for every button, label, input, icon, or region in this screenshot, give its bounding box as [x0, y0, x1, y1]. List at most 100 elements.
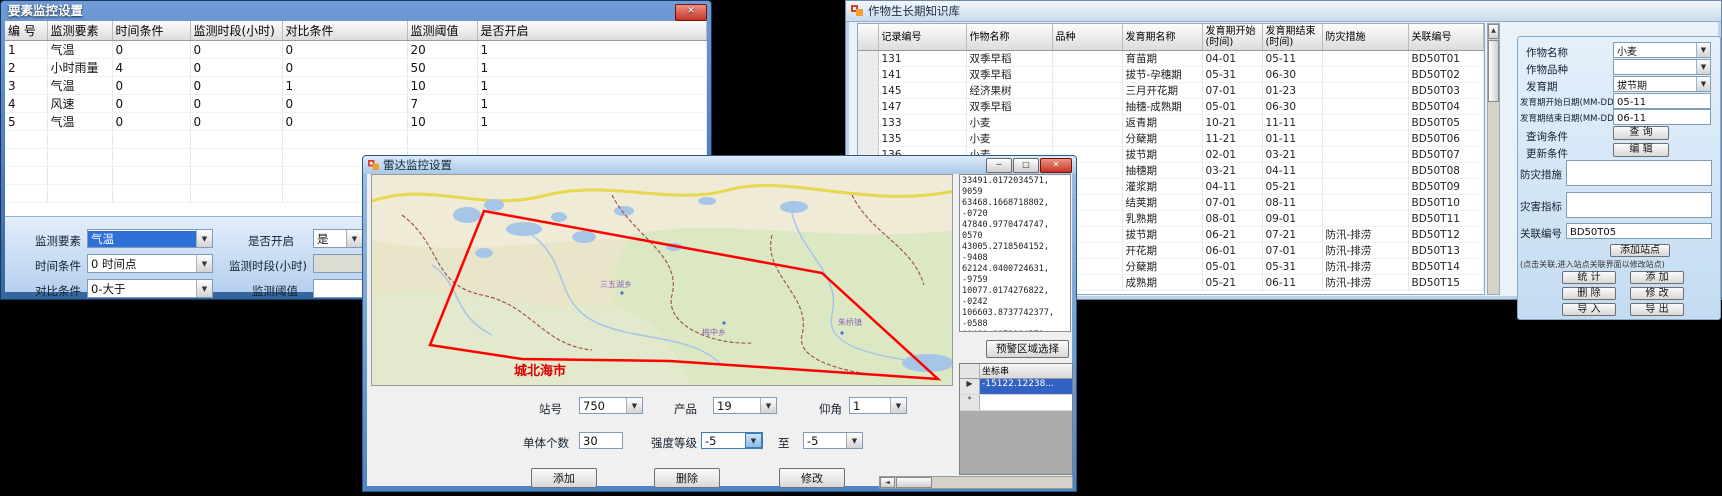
column-header[interactable]: 编 号 — [5, 21, 47, 41]
scrollbar-thumb[interactable] — [896, 477, 932, 488]
table-row[interactable]: 141双季早稻拔节-孕穗期05-3106-30BD50T02 — [858, 67, 1484, 83]
column-header[interactable]: 发育期开始 (时间) — [1202, 24, 1262, 51]
scrollbar-thumb[interactable] — [1488, 40, 1499, 102]
table-cell — [1322, 163, 1408, 179]
table-cell: 131 — [878, 51, 966, 67]
column-header[interactable]: 监测时段(小时) — [190, 21, 282, 41]
warning-area-map[interactable]: 城北海市 三五湖乡 梅中乡 朱桥镇 — [371, 174, 953, 386]
table-cell: BD50T12 — [1408, 227, 1484, 243]
crop-variety-combo[interactable]: ▼ — [1613, 59, 1711, 75]
column-header[interactable]: 发育期名称 — [1122, 24, 1202, 51]
scroll-up-icon[interactable]: ▲ — [1488, 24, 1499, 39]
column-header[interactable]: 记录编号 — [878, 24, 966, 51]
close-icon[interactable]: ✕ — [675, 4, 707, 21]
table-row[interactable]: 131双季早稻育苗期04-0105-11BD50T01 — [858, 51, 1484, 67]
table-row[interactable]: 4风速00071 — [5, 95, 707, 113]
table-cell: 1 — [477, 59, 707, 77]
chevron-down-icon[interactable]: ▼ — [626, 398, 642, 413]
table-cell: BD50T03 — [1408, 83, 1484, 99]
threshold-input[interactable] — [313, 279, 363, 298]
indicator-textarea[interactable] — [1566, 192, 1712, 218]
grid-hscrollbar[interactable]: ◄ — [879, 476, 1073, 489]
relation-code-input[interactable]: BD50T05 — [1566, 223, 1712, 239]
table-row[interactable]: 2小时雨量400501 — [5, 59, 707, 77]
chevron-down-icon[interactable]: ▼ — [196, 255, 212, 272]
compare-condition-combo[interactable]: 0-大于 ▼ — [87, 279, 213, 298]
column-header[interactable] — [858, 24, 878, 51]
table-cell: 0 — [112, 113, 190, 131]
table-cell: 拔节期 — [1122, 227, 1202, 243]
table-row[interactable]: 3气温001101 — [5, 77, 707, 95]
elevation-combo[interactable]: 1 ▼ — [849, 397, 907, 414]
grid-column-header[interactable]: 坐标串 — [980, 364, 1072, 378]
edit-button[interactable]: 编 辑 — [1613, 143, 1669, 157]
crop-name-combo[interactable]: 小麦 ▼ — [1613, 42, 1711, 58]
table-row[interactable]: 145经济果树三月开花期07-0101-23BD50T03 — [858, 83, 1484, 99]
add-button[interactable]: 添 加 — [1630, 271, 1684, 284]
crop-table-vscrollbar[interactable]: ▲ — [1487, 23, 1500, 295]
delete-button[interactable]: 删除 — [654, 468, 720, 488]
column-header[interactable]: 监测要素 — [47, 21, 112, 41]
cell-count-input[interactable]: 30 — [579, 432, 623, 449]
intensity-to-combo[interactable]: -5 ▼ — [803, 432, 863, 449]
station-combo[interactable]: 750 ▼ — [579, 397, 643, 414]
enabled-combo[interactable]: 是 ▼ — [313, 229, 363, 248]
column-header[interactable]: 监测阈值 — [407, 21, 477, 41]
minimize-icon[interactable]: ─ — [986, 158, 1012, 173]
warning-area-select-button[interactable]: 预警区域选择 — [986, 340, 1069, 358]
polygon-coords-textarea[interactable]: 33491.0172034571, 9059 63468.1668718802,… — [959, 174, 1071, 332]
chevron-down-icon[interactable]: ▼ — [1696, 77, 1710, 91]
period-start-input[interactable]: 05-11 — [1613, 93, 1711, 109]
table-cell: 0 — [190, 41, 282, 59]
chevron-down-icon[interactable]: ▼ — [1696, 60, 1710, 74]
chevron-down-icon[interactable]: ▼ — [346, 230, 362, 247]
monitor-element-combo[interactable]: 气温 ▼ — [87, 229, 213, 248]
table-row[interactable] — [5, 131, 707, 149]
column-header[interactable]: 品种 — [1052, 24, 1122, 51]
grid-row-new[interactable]: * — [960, 395, 1072, 411]
column-header[interactable]: 时间条件 — [112, 21, 190, 41]
radar-window-titlebar[interactable]: 雷达监控设置 ─ □ ✕ — [363, 156, 1076, 174]
modify-button[interactable]: 修 改 — [1630, 287, 1684, 300]
add-button[interactable]: 添加 — [531, 468, 597, 488]
prevention-textarea[interactable] — [1566, 160, 1712, 186]
column-header[interactable]: 关联编号 — [1408, 24, 1484, 51]
scroll-left-icon[interactable]: ◄ — [880, 477, 895, 488]
chevron-down-icon[interactable]: ▼ — [890, 398, 906, 413]
close-icon[interactable]: ✕ — [1040, 158, 1072, 173]
column-header[interactable]: 是否开启 — [477, 21, 707, 41]
table-cell: 11-11 — [1262, 115, 1322, 131]
time-condition-combo[interactable]: 0 时间点 ▼ — [87, 254, 213, 273]
add-station-button[interactable]: 添加站点 — [1610, 244, 1670, 257]
delete-button[interactable]: 删 除 — [1562, 287, 1616, 300]
column-header[interactable]: 作物名称 — [966, 24, 1052, 51]
product-combo[interactable]: 19 ▼ — [713, 397, 777, 414]
column-header[interactable]: 防灾措施 — [1322, 24, 1408, 51]
chevron-down-icon[interactable]: ▼ — [196, 230, 212, 247]
chevron-down-icon[interactable]: ▼ — [1696, 43, 1710, 57]
column-header[interactable]: 发育期结束 (时间) — [1262, 24, 1322, 51]
development-period-combo[interactable]: 拔节期 ▼ — [1613, 76, 1711, 92]
modify-button[interactable]: 修改 — [779, 468, 845, 488]
period-end-input[interactable]: 06-11 — [1613, 109, 1711, 125]
chevron-down-icon[interactable]: ▼ — [196, 280, 212, 297]
monitor-period-input[interactable] — [313, 254, 363, 273]
import-button[interactable]: 导 入 — [1562, 303, 1616, 316]
table-row[interactable]: 1气温000201 — [5, 41, 707, 59]
table-row[interactable]: 135小麦分蘖期11-2101-11BD50T06 — [858, 131, 1484, 147]
table-row[interactable]: 133小麦返青期10-2111-11BD50T05 — [858, 115, 1484, 131]
table-row[interactable]: 5气温000101 — [5, 113, 707, 131]
chevron-down-icon[interactable]: ▼ — [745, 433, 762, 448]
intensity-combo[interactable]: -5 ▼ — [701, 432, 763, 449]
chevron-down-icon[interactable]: ▼ — [760, 398, 776, 413]
stats-button[interactable]: 统 计 — [1562, 271, 1616, 284]
query-button[interactable]: 查 询 — [1613, 126, 1669, 140]
export-button[interactable]: 导 出 — [1630, 303, 1684, 316]
element-window-titlebar[interactable]: 要素监控设置 ✕ — [1, 1, 711, 21]
crop-window-titlebar[interactable]: 作物生长期知识库 — [846, 1, 1721, 22]
chevron-down-icon[interactable]: ▼ — [846, 433, 862, 448]
table-row[interactable]: 147双季早稻抽穗-成熟期05-0106-30BD50T04 — [858, 99, 1484, 115]
maximize-icon[interactable]: □ — [1013, 158, 1039, 173]
column-header[interactable]: 对比条件 — [282, 21, 407, 41]
grid-row-selected[interactable]: ▶ -15122.12238... — [960, 379, 1072, 395]
